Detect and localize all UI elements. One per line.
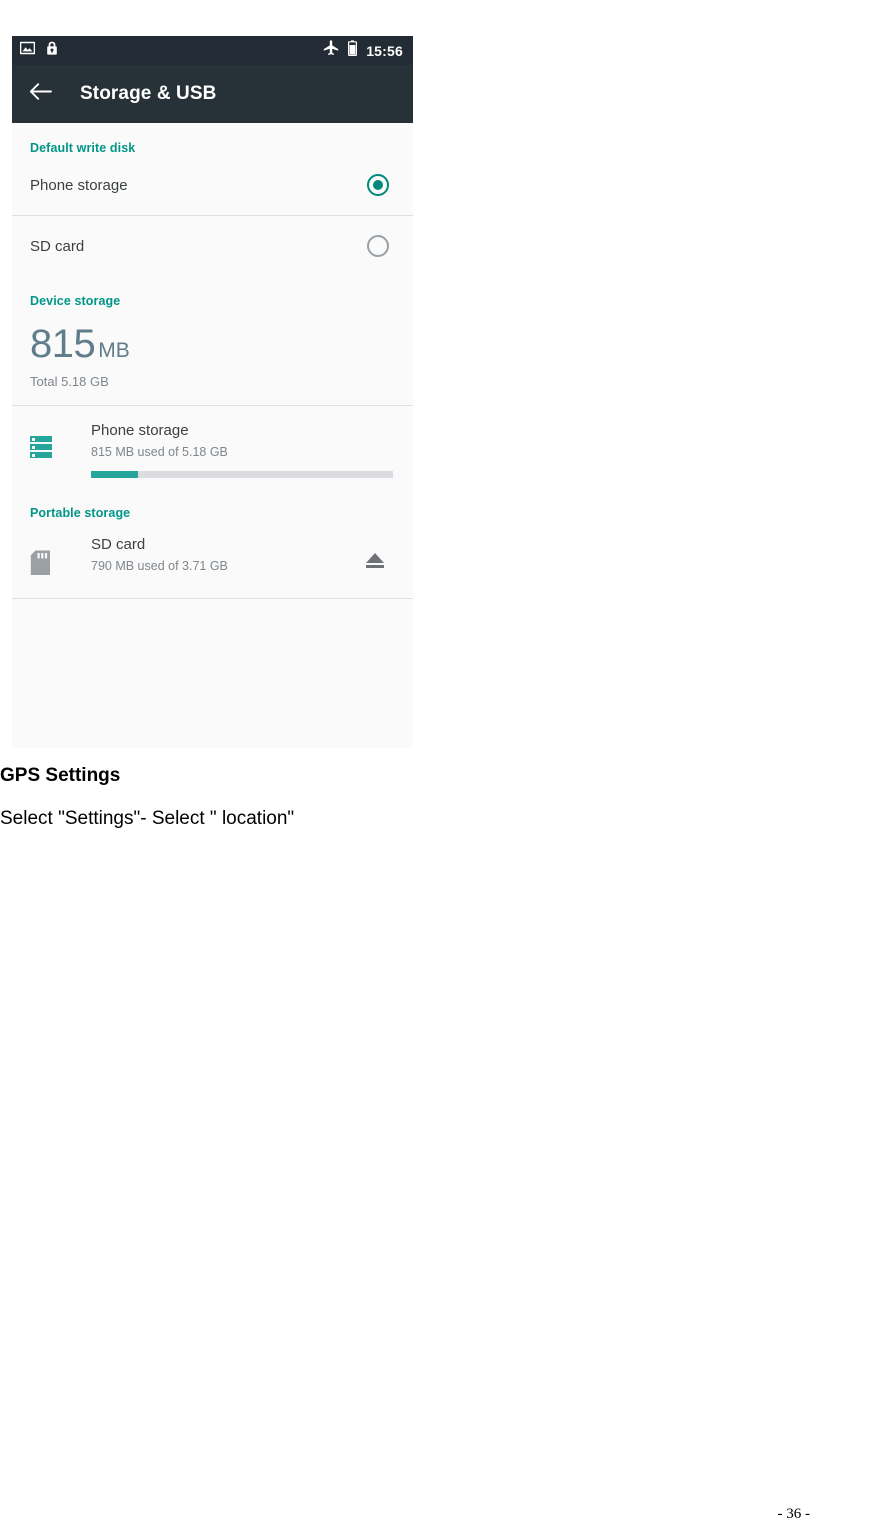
settings-list: Default write disk Phone storage SD card… (12, 123, 413, 748)
volume-info-sd-card: SD card 790 MB used of 3.71 GB (91, 536, 355, 573)
volume-subtitle-sd-card: 790 MB used of 3.71 GB (91, 559, 228, 573)
sd-card-icon (30, 536, 62, 576)
storage-progress-fill (91, 471, 138, 478)
status-bar-left-icons (19, 41, 58, 61)
action-bar: Storage & USB (12, 65, 413, 123)
page-number: - 36 - (777, 1506, 811, 1522)
internal-storage-icon (30, 422, 62, 458)
airplane-mode-icon (323, 40, 339, 61)
eject-button[interactable] (355, 536, 395, 575)
status-bar-right-icons: 15:56 (323, 40, 403, 61)
volume-row-sd-card[interactable]: SD card 790 MB used of 3.71 GB (12, 520, 413, 580)
storage-total-label: Total 5.18 GB (30, 374, 109, 389)
lock-icon (46, 41, 58, 61)
storage-used-unit: MB (98, 339, 130, 362)
volume-subtitle-phone-storage: 815 MB used of 5.18 GB (91, 445, 228, 459)
storage-used-amount: 815 MB (30, 314, 413, 364)
status-bar: 15:56 (12, 36, 413, 65)
list-bottom-space (12, 599, 413, 681)
screenshot-image-icon (19, 41, 36, 60)
back-arrow-icon[interactable] (29, 82, 52, 106)
section-header-device-storage: Device storage (30, 294, 121, 308)
eject-icon (364, 550, 386, 575)
doc-heading-gps-settings: GPS Settings (0, 765, 121, 786)
radio-label-sd-card: SD card (30, 237, 85, 255)
section-header-portable-storage: Portable storage (30, 506, 131, 520)
volume-row-phone-storage[interactable]: Phone storage 815 MB used of 5.18 GB (12, 406, 413, 482)
radio-row-sd-card[interactable]: SD card (12, 216, 413, 276)
device-storage-summary: 815 MB Total 5.18 GB (12, 308, 413, 405)
radio-row-phone-storage[interactable]: Phone storage (12, 155, 413, 215)
phone-screenshot: 15:56 Storage & USB Default write disk P… (12, 36, 413, 748)
page-title: Storage & USB (80, 83, 217, 104)
status-bar-clock: 15:56 (366, 42, 403, 59)
battery-icon (348, 40, 358, 61)
section-header-default-write-disk: Default write disk (30, 141, 136, 155)
storage-used-value: 815 (30, 322, 96, 366)
volume-title-sd-card: SD card (91, 536, 146, 553)
radio-label-phone-storage: Phone storage (30, 176, 128, 194)
storage-progress-bar (91, 471, 393, 478)
radio-button-phone-storage-selected[interactable] (367, 174, 389, 196)
doc-paragraph-gps-instructions: Select "Settings"- Select " location" (0, 808, 295, 829)
volume-title-phone-storage: Phone storage (91, 422, 189, 439)
radio-button-sd-card-unselected[interactable] (367, 235, 389, 257)
volume-info-phone-storage: Phone storage 815 MB used of 5.18 GB (91, 422, 395, 478)
